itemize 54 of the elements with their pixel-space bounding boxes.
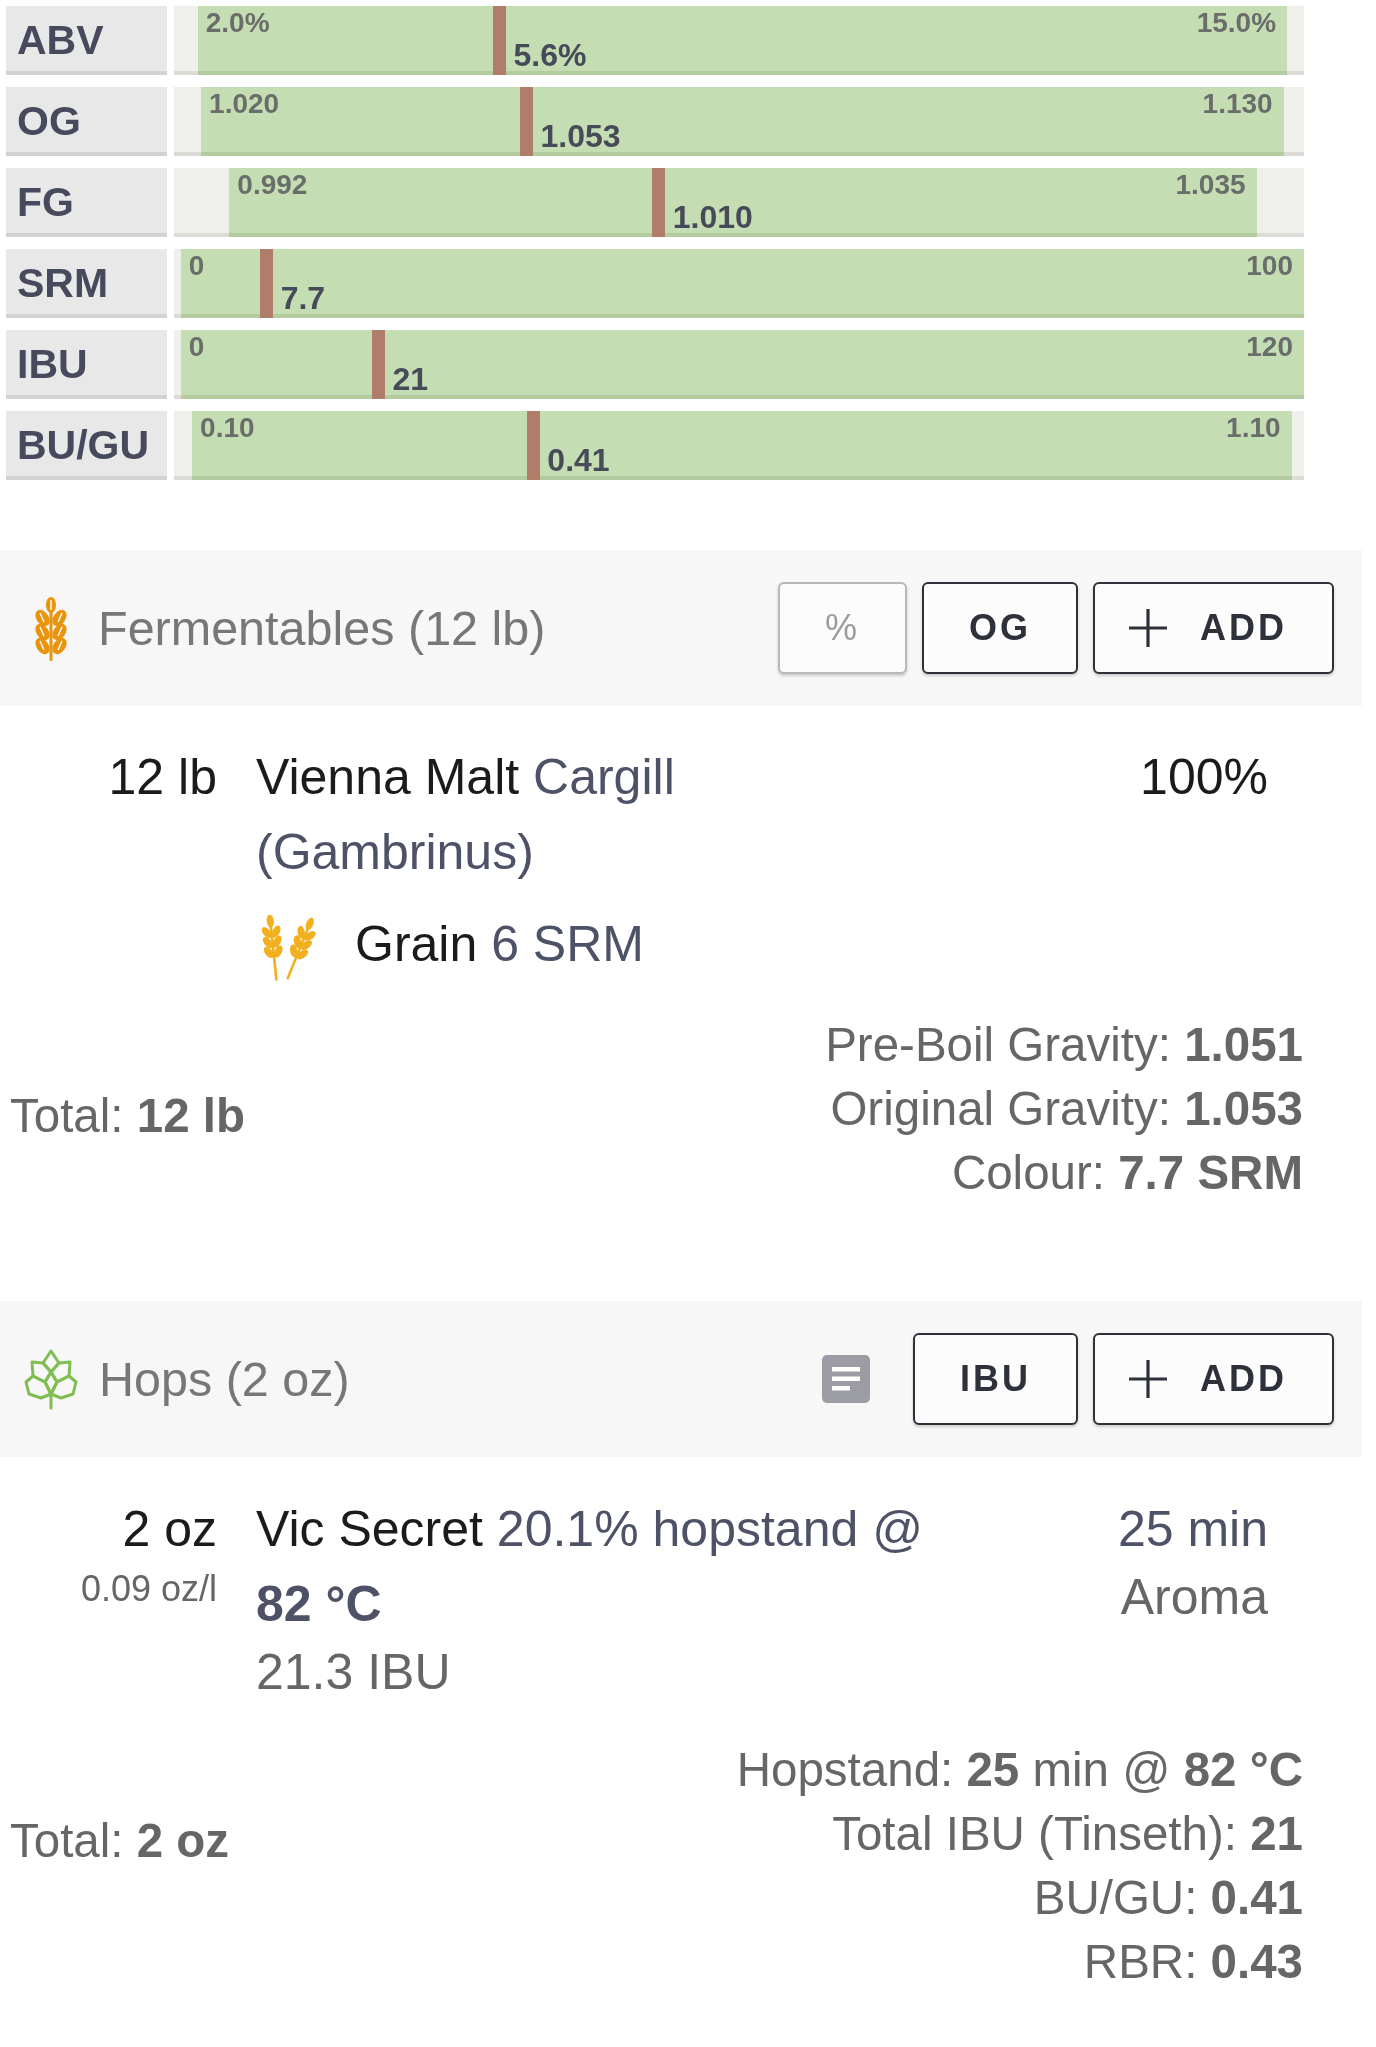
toggle-button[interactable]: OG: [922, 582, 1078, 674]
range-max-label: 1.130: [1202, 90, 1273, 118]
add-button[interactable]: ADD: [1093, 582, 1334, 674]
summary-stat: Colour: 7.7 SRM: [951, 1145, 1303, 1201]
total-amount: Total: 12 lb: [10, 1088, 245, 1144]
total-amount: Total: 2 oz: [10, 1813, 230, 1869]
value-label: 21: [392, 363, 429, 395]
fermentable-percent: 100%: [1140, 749, 1268, 805]
range-min-label: 0: [188, 333, 205, 361]
range-min-label: 0.992: [237, 171, 308, 199]
stat-label: ABV: [6, 6, 167, 75]
value-label: 5.6%: [513, 39, 587, 71]
summary-stat: Total IBU (Tinseth): 21: [832, 1806, 1303, 1862]
stat-label: SRM: [6, 249, 167, 318]
value-label: 1.053: [540, 120, 621, 152]
value-label: 0.41: [547, 444, 610, 476]
section-title: Fermentables (12 lb): [98, 600, 547, 656]
hop-ibu: 21.3 IBU: [256, 1643, 452, 1702]
fermentable-description: Vienna Malt Cargill (Gambrinus): [256, 748, 676, 882]
wheat-icon: [33, 595, 69, 661]
value-label: 7.7: [280, 282, 326, 314]
range-min-label: 2.0%: [205, 9, 270, 37]
hop-icon: [23, 1348, 79, 1410]
notes-icon[interactable]: [822, 1355, 870, 1403]
hop-rate: 0.09 oz/l: [79, 1567, 217, 1611]
summary-stat: BU/GU: 0.41: [1033, 1870, 1303, 1926]
stat-label: OG: [6, 87, 167, 156]
stat-label: BU/GU: [6, 411, 167, 480]
hop-description: Vic Secret 20.1% hopstand @ 82 °C: [256, 1500, 924, 1634]
range-max-label: 120: [1246, 333, 1293, 361]
add-button[interactable]: ADD: [1093, 1333, 1334, 1425]
summary-stat: Pre-Boil Gravity: 1.051: [825, 1017, 1303, 1073]
range-max-label: 1.10: [1226, 414, 1281, 442]
summary-stat: Hopstand: 25 min @ 82 °C: [736, 1742, 1303, 1798]
range-max-label: 1.035: [1175, 171, 1246, 199]
stat-label: FG: [6, 168, 167, 237]
range-min-label: 0.10: [200, 414, 255, 442]
range-max-label: 15.0%: [1196, 9, 1277, 37]
plus-icon: [1128, 608, 1168, 648]
fermentable-amount: 12 lb: [107, 748, 217, 807]
section-title: Hops (2 oz): [99, 1351, 351, 1407]
range-min-label: 1.020: [209, 90, 280, 118]
hop-amount: 2 oz: [121, 1500, 217, 1559]
range-max-label: 100: [1246, 252, 1293, 280]
range-min-label: 0: [188, 252, 205, 280]
hop-time: 25 min: [1116, 1500, 1268, 1559]
toggle-button[interactable]: IBU: [913, 1333, 1078, 1425]
fermentable-type: Grain 6 SRM: [355, 915, 644, 974]
value-label: 1.010: [672, 201, 753, 233]
plus-icon: [1128, 1359, 1168, 1399]
summary-stat: Original Gravity: 1.053: [830, 1081, 1303, 1137]
stat-label: IBU: [6, 330, 167, 399]
hop-use: Aroma: [1119, 1568, 1268, 1627]
summary-stat: RBR: 0.43: [1083, 1934, 1303, 1990]
